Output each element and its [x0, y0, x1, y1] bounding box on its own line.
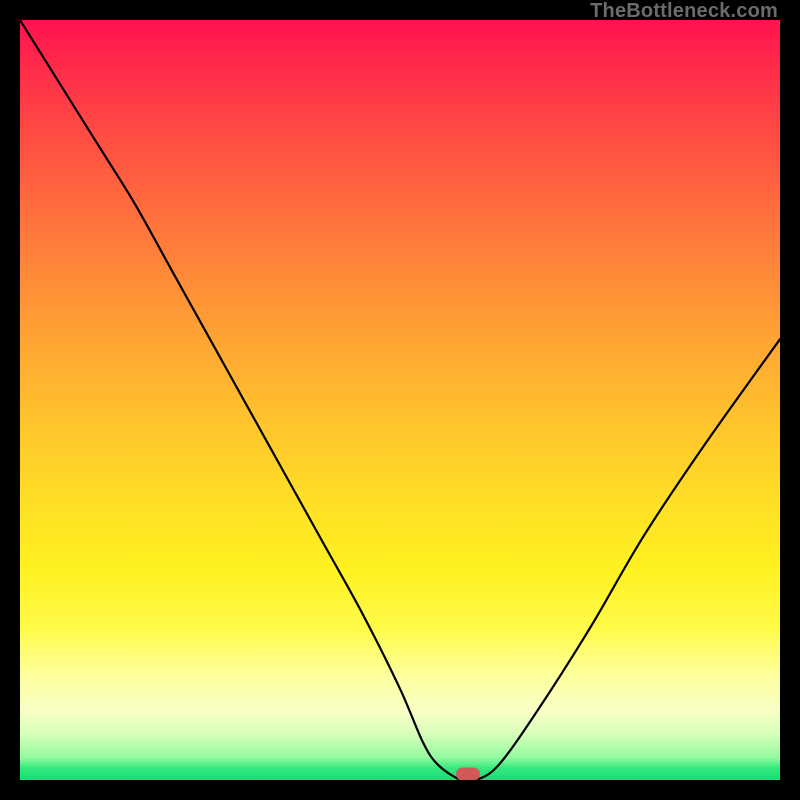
optimal-marker [456, 767, 480, 780]
bottleneck-curve [20, 20, 780, 780]
plot-area [20, 20, 780, 780]
watermark-text: TheBottleneck.com [590, 0, 778, 23]
chart-frame: TheBottleneck.com [0, 0, 800, 800]
